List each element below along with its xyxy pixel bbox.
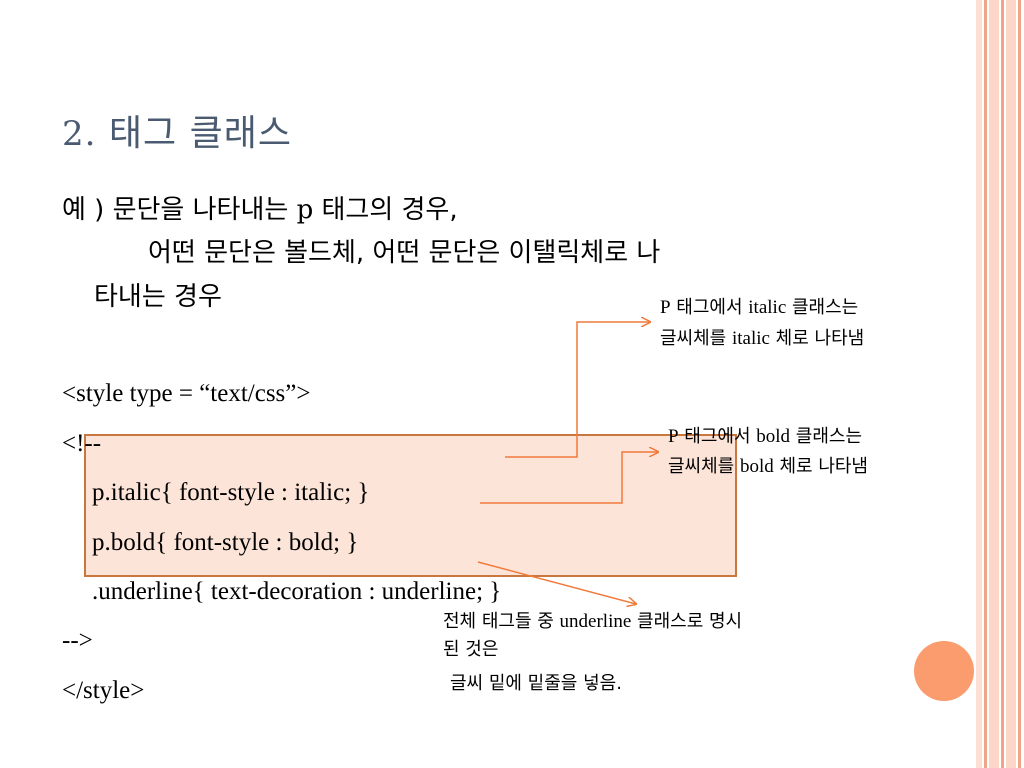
decorative-stripes — [976, 0, 1024, 768]
note-text: 클래스는 — [786, 297, 859, 318]
note-italic-line-2: 글씨체를 italic 체로 나타냄 — [660, 328, 864, 350]
note-bold-line-1: P 태그에서 bold 클래스는 — [668, 426, 862, 448]
note-text: 전체 태그들 중 — [443, 611, 560, 632]
intro-text: 태그의 경우, — [313, 195, 458, 225]
note-text: italic — [731, 328, 770, 349]
decorative-circle — [914, 641, 974, 701]
code-line: --> — [62, 627, 93, 654]
note-bold-line-2: 글씨체를 bold 체로 나타냄 — [668, 456, 868, 478]
note-underline-line-2: 된 것은 — [443, 639, 499, 660]
code-line: <!-- — [62, 430, 102, 457]
title-text: 태그 클래스 — [108, 113, 292, 154]
stripe — [989, 0, 999, 768]
note-text: 클래스로 명시 — [631, 611, 743, 632]
stripe — [976, 0, 982, 768]
code-line: p.bold{ font-style : bold; } — [92, 529, 359, 556]
stripe — [1006, 0, 1016, 768]
intro-line-1: 예 ) 문단을 나타내는 p 태그의 경우, — [62, 195, 458, 225]
stripe — [1001, 0, 1004, 768]
note-underline-line-3: 글씨 밑에 밑줄을 넣음. — [450, 673, 622, 694]
note-text: bold — [739, 456, 774, 477]
intro-line-3: 타내는 경우 — [94, 282, 222, 312]
note-text: bold — [756, 426, 791, 447]
note-text: 글씨체를 — [668, 456, 740, 477]
stripe — [1018, 0, 1021, 768]
intro-text: p — [296, 195, 314, 225]
note-text: 태그에서 — [670, 297, 749, 318]
code-line: <style type = “text/css”> — [62, 380, 311, 407]
note-text: 체로 나타냄 — [769, 328, 865, 349]
title-number: 2. — [62, 114, 97, 154]
code-line: p.italic{ font-style : italic; } — [92, 479, 370, 506]
note-text: 글씨체를 — [660, 328, 732, 349]
note-text: 태그에서 — [678, 426, 757, 447]
note-text: 체로 나타냄 — [773, 456, 868, 477]
slide-title: 2. 태그 클래스 — [62, 104, 292, 156]
note-text: italic — [748, 297, 787, 318]
note-text: P — [668, 426, 679, 447]
note-text: 클래스는 — [790, 426, 863, 447]
note-italic-line-1: P 태그에서 italic 클래스는 — [660, 297, 858, 319]
note-underline-line-1: 전체 태그들 중 underline 클래스로 명시 — [443, 611, 742, 633]
code-line: </style> — [62, 677, 145, 704]
stripe — [984, 0, 987, 768]
note-text: underline — [559, 611, 632, 632]
note-text: P — [660, 297, 671, 318]
intro-line-2: 어떤 문단은 볼드체, 어떤 문단은 이탤릭체로 나 — [148, 238, 661, 268]
code-line: .underline{ text-decoration : underline;… — [92, 578, 502, 605]
intro-text: 예 ) 문단을 나타내는 — [62, 195, 297, 225]
